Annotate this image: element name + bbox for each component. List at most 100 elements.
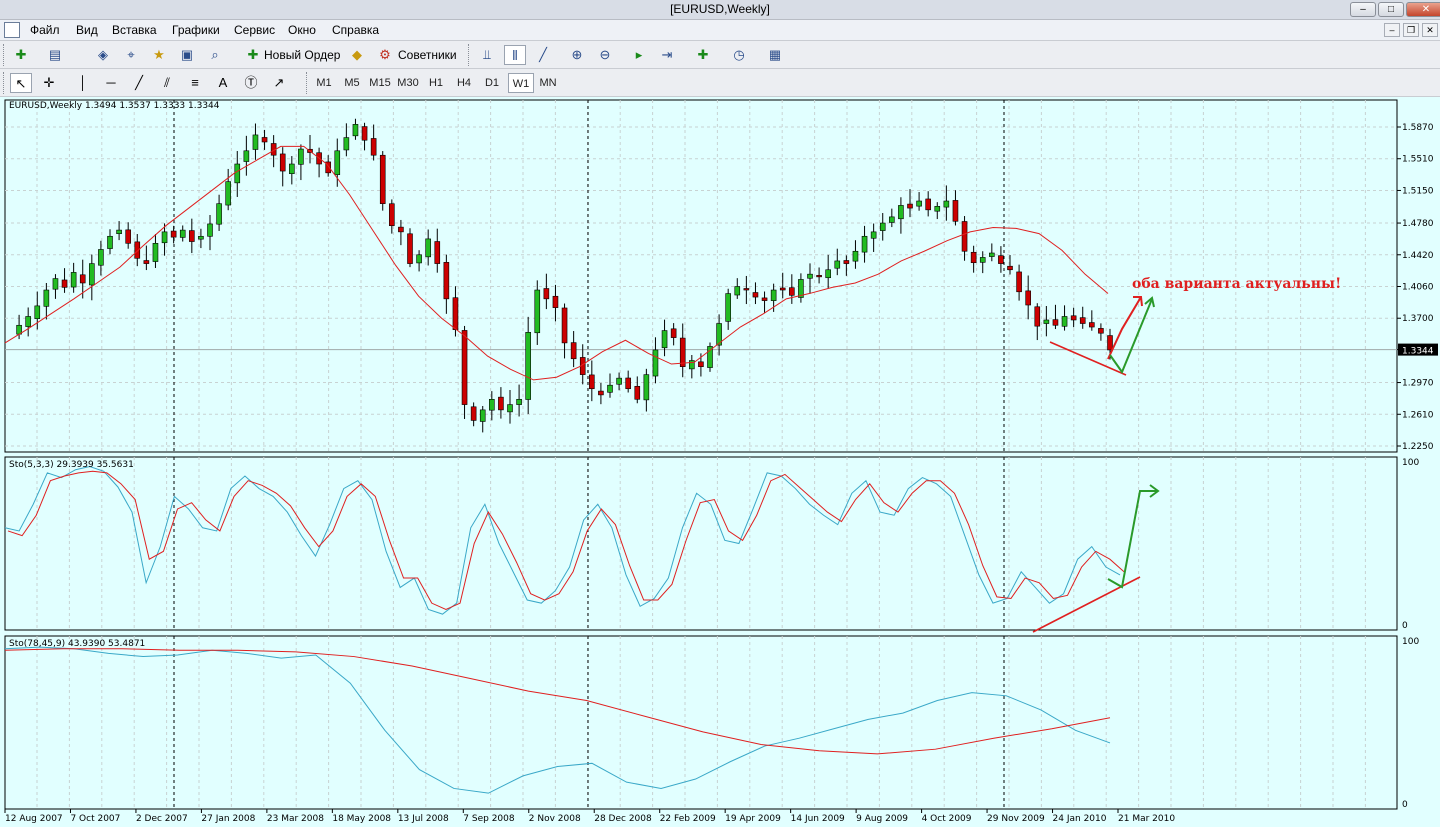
menu-view[interactable]: Вид: [76, 23, 98, 37]
date-label: 27 Jan 2008: [201, 814, 255, 824]
crosshair-icon[interactable]: ✛: [38, 73, 60, 93]
title-bar: [EURUSD,Weekly] – □ ✕: [0, 0, 1440, 20]
close-button[interactable]: ✕: [1406, 2, 1440, 17]
app-icon[interactable]: [4, 22, 20, 38]
autoscroll-icon[interactable]: ▸: [628, 45, 650, 65]
chart-shift-icon[interactable]: ⇥: [656, 45, 678, 65]
sto-fast-bottom-label: 0: [1402, 621, 1408, 631]
price-label: 1.2250: [1402, 442, 1434, 452]
date-label: 19 Apr 2009: [725, 814, 781, 824]
candle-bear: [1098, 328, 1104, 334]
toolbar-grip[interactable]: [468, 44, 471, 66]
menu-help[interactable]: Справка: [332, 23, 379, 37]
timeframe-h1[interactable]: H1: [424, 73, 448, 93]
zoom-in-icon[interactable]: ⊕: [566, 45, 588, 65]
new-order-icon[interactable]: ✚: [242, 45, 264, 65]
indicators-icon[interactable]: ✚: [692, 45, 714, 65]
candle-bull: [607, 384, 613, 393]
terminal-icon[interactable]: ▣: [176, 45, 198, 65]
data-window-icon[interactable]: ★: [148, 45, 170, 65]
candle-bull: [479, 409, 486, 422]
candle-bear: [261, 137, 268, 143]
profiles-icon[interactable]: ▤: [44, 45, 66, 65]
candle-bull: [425, 238, 431, 258]
advisors-button[interactable]: Советники: [398, 45, 457, 65]
candle-bear: [1052, 319, 1059, 326]
menu-insert[interactable]: Вставка: [112, 23, 157, 37]
chart-header: EURUSD,Weekly 1.3494 1.3537 1.3333 1.334…: [9, 101, 220, 111]
arrows-icon[interactable]: ↗: [268, 73, 290, 93]
chart-window[interactable]: 1.5870 1.5510 1.5150 1.4780 1.4420 1.4060 1.37…: [0, 97, 1440, 827]
new-chart-icon[interactable]: ✚: [10, 45, 32, 65]
candle-bear: [998, 255, 1004, 264]
candle-bull: [616, 377, 622, 385]
fibonacci-icon[interactable]: ≡: [184, 73, 206, 93]
timeframe-d1[interactable]: D1: [480, 73, 504, 93]
strategy-tester-icon[interactable]: ⌕: [204, 45, 226, 65]
menu-charts[interactable]: Графики: [172, 23, 220, 37]
bar-chart-icon[interactable]: ⫫: [476, 45, 498, 65]
horizontal-line-icon[interactable]: ─: [100, 73, 122, 93]
candle-bear: [1089, 322, 1095, 328]
toolbar-grip[interactable]: [306, 72, 309, 94]
mdi-minimize-button[interactable]: –: [1384, 23, 1400, 37]
candlestick-icon[interactable]: ⫴: [504, 45, 526, 65]
candle-bull: [489, 398, 495, 411]
timeframe-w1[interactable]: W1: [508, 73, 534, 93]
menu-file[interactable]: Файл: [30, 23, 60, 37]
zoom-out-icon[interactable]: ⊖: [594, 45, 616, 65]
maximize-button[interactable]: □: [1378, 2, 1404, 17]
timeframe-m1[interactable]: M1: [312, 73, 336, 93]
vertical-line-icon[interactable]: │: [72, 73, 94, 93]
navigator-icon[interactable]: ⌖: [120, 45, 142, 65]
timeframe-mn[interactable]: MN: [536, 73, 560, 93]
candle-bear: [61, 279, 68, 288]
toolbar-grip[interactable]: [3, 44, 6, 66]
candle-bear: [634, 385, 641, 400]
new-order-button[interactable]: Новый Ордер: [264, 45, 340, 65]
metaeditor-icon[interactable]: ◆: [346, 45, 368, 65]
line-chart-icon[interactable]: ╱: [532, 45, 554, 65]
candle-bull: [979, 257, 986, 263]
mdi-restore-button[interactable]: ❐: [1403, 23, 1419, 37]
cursor-icon[interactable]: ↖: [10, 73, 32, 93]
window-title: [EURUSD,Weekly]: [670, 2, 770, 16]
toolbar-grip[interactable]: [3, 72, 6, 94]
candle-bear: [589, 374, 595, 390]
templates-icon[interactable]: ▦: [764, 45, 786, 65]
equidistant-channel-icon[interactable]: ⫽: [156, 73, 178, 93]
date-label: 18 May 2008: [332, 814, 391, 824]
candle-bear: [925, 198, 931, 211]
date-label: 21 Mar 2010: [1118, 814, 1175, 824]
chart-canvas[interactable]: 1.5870 1.5510 1.5150 1.4780 1.4420 1.4060 1.37…: [0, 97, 1440, 827]
timeframe-m5[interactable]: M5: [340, 73, 364, 93]
advisors-icon[interactable]: ⚙: [374, 45, 396, 65]
trendline-icon[interactable]: ╱: [128, 73, 150, 93]
candle-bull: [207, 223, 213, 237]
candle-bear: [361, 126, 368, 141]
candle-bear: [470, 406, 477, 421]
timeframe-h4[interactable]: H4: [452, 73, 476, 93]
candle-bull: [643, 374, 650, 401]
periods-icon[interactable]: ◷: [728, 45, 750, 65]
market-watch-icon[interactable]: ◈: [92, 45, 114, 65]
candle-bear: [1079, 317, 1086, 324]
date-label: 2 Dec 2007: [136, 814, 188, 824]
candle-bear: [1070, 315, 1077, 321]
candle-bear: [379, 154, 386, 204]
candle-bear: [279, 153, 286, 172]
text-icon[interactable]: A: [212, 73, 234, 93]
candle-bull: [52, 278, 59, 290]
candle-bear: [561, 307, 568, 344]
timeframe-m30[interactable]: M30: [395, 73, 421, 93]
timeframe-m15[interactable]: M15: [367, 73, 393, 93]
mdi-close-button[interactable]: ✕: [1422, 23, 1438, 37]
candle-bear: [816, 275, 822, 278]
menu-tools[interactable]: Сервис: [234, 23, 275, 37]
menu-window[interactable]: Окно: [288, 23, 316, 37]
minimize-button[interactable]: –: [1350, 2, 1376, 17]
text-label-icon[interactable]: Ⓣ: [240, 73, 262, 93]
candle-bear: [598, 390, 604, 396]
price-label: 1.5510: [1402, 155, 1434, 165]
candle-bull: [43, 289, 50, 307]
